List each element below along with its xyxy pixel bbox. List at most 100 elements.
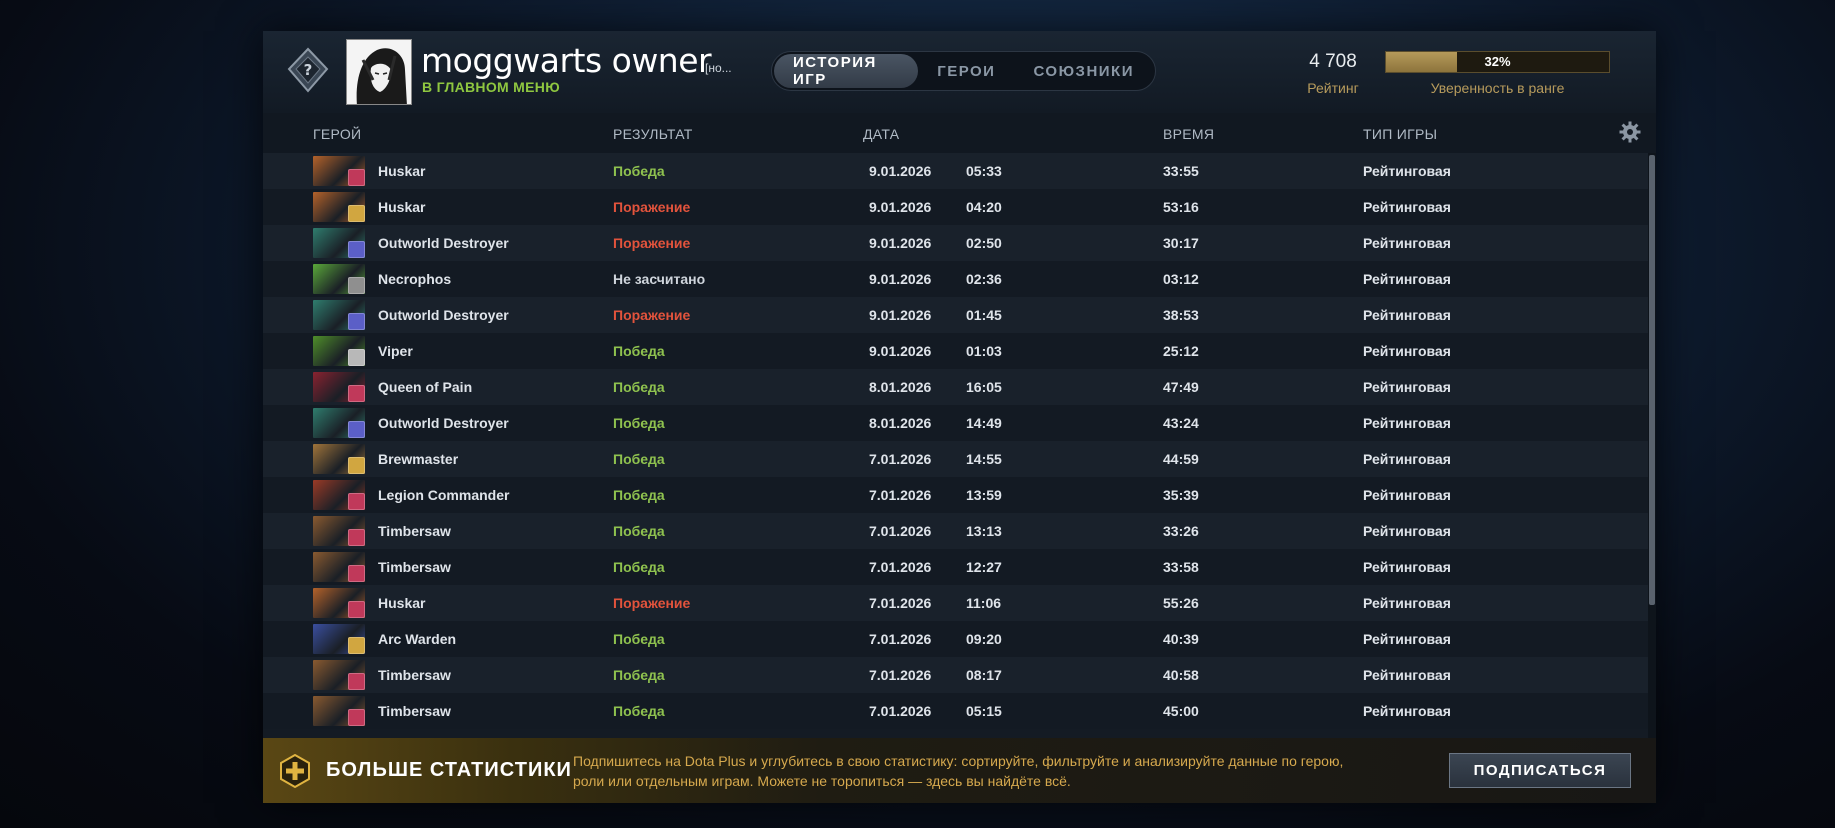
hero-portrait bbox=[313, 696, 365, 726]
match-duration: 35:39 bbox=[1163, 487, 1199, 503]
table-row[interactable]: Timbersaw Победа 7.01.2026 05:15 45:00 Рейтин… bbox=[263, 693, 1648, 729]
game-type: Рейтинговая bbox=[1363, 307, 1451, 323]
tab-match-history[interactable]: ИСТОРИЯ ИГР bbox=[774, 54, 919, 88]
subscribe-button[interactable]: ПОДПИСАТЬСЯ bbox=[1449, 753, 1631, 788]
hero-name: Timbersaw bbox=[378, 523, 451, 539]
game-type: Рейтинговая bbox=[1363, 451, 1451, 467]
gear-icon[interactable] bbox=[1619, 121, 1641, 143]
table-row[interactable]: Viper Победа 9.01.2026 01:03 25:12 Рейтингова… bbox=[263, 333, 1648, 369]
scrollbar-thumb[interactable] bbox=[1649, 155, 1655, 605]
hero-name: Outworld Destroyer bbox=[378, 235, 509, 251]
game-type: Рейтинговая bbox=[1363, 379, 1451, 395]
promo-text: Подпишитесь на Dota Plus и углубитесь в … bbox=[573, 753, 1344, 789]
hero-portrait bbox=[313, 336, 365, 366]
match-start-time: 13:13 bbox=[966, 523, 1002, 539]
tab-heroes[interactable]: ГЕРОИ bbox=[918, 54, 1014, 88]
table-row[interactable]: Huskar Поражение 9.01.2026 04:20 53:16 Рейтин… bbox=[263, 189, 1648, 225]
match-start-time: 08:17 bbox=[966, 667, 1002, 683]
view-tabs: ИСТОРИЯ ИГР ГЕРОИ СОЮЗНИКИ bbox=[771, 51, 1156, 91]
match-start-time: 14:49 bbox=[966, 415, 1002, 431]
game-type: Рейтинговая bbox=[1363, 703, 1451, 719]
hero-portrait bbox=[313, 516, 365, 546]
match-date: 9.01.2026 bbox=[869, 307, 932, 323]
column-header-game-type[interactable]: ТИП ИГРЫ bbox=[1363, 126, 1437, 142]
table-row[interactable]: Brewmaster Победа 7.01.2026 14:55 44:59 Рейти… bbox=[263, 441, 1648, 477]
table-row[interactable]: Timbersaw Победа 7.01.2026 08:17 40:58 Рейтин… bbox=[263, 657, 1648, 693]
match-date: 7.01.2026 bbox=[869, 631, 932, 647]
role-icon bbox=[348, 457, 365, 474]
rank-confidence-percent: 32% bbox=[1484, 54, 1511, 69]
hero-name: Necrophos bbox=[378, 271, 452, 287]
match-start-time: 05:15 bbox=[966, 703, 1002, 719]
match-date: 9.01.2026 bbox=[869, 199, 932, 215]
table-row[interactable]: Queen of Pain Победа 8.01.2026 16:05 47:49 Ре… bbox=[263, 369, 1648, 405]
match-result: Поражение bbox=[613, 199, 691, 215]
table-row[interactable]: Outworld Destroyer Поражение 9.01.2026 01:4… bbox=[263, 297, 1648, 333]
table-row[interactable]: Timbersaw Победа 7.01.2026 12:27 33:58 Рейтин… bbox=[263, 549, 1648, 585]
match-start-time: 01:45 bbox=[966, 307, 1002, 323]
game-type: Рейтинговая bbox=[1363, 487, 1451, 503]
hero-portrait bbox=[313, 552, 365, 582]
match-result: Победа bbox=[613, 703, 665, 719]
match-duration: 30:17 bbox=[1163, 235, 1199, 251]
rank-confidence-label: Уверенность в ранге bbox=[1430, 80, 1565, 96]
rank-confidence-bar: 32% bbox=[1385, 51, 1610, 73]
role-icon bbox=[348, 169, 365, 186]
role-icon bbox=[348, 601, 365, 618]
match-result: Победа bbox=[613, 523, 665, 539]
table-row[interactable]: Necrophos Не засчитано 9.01.2026 02:36 03:12… bbox=[263, 261, 1648, 297]
svg-text:?: ? bbox=[304, 61, 313, 79]
table-row[interactable]: Legion Commander Победа 7.01.2026 13:59 35:3… bbox=[263, 477, 1648, 513]
match-result: Победа bbox=[613, 631, 665, 647]
hero-portrait bbox=[313, 408, 365, 438]
match-start-time: 02:50 bbox=[966, 235, 1002, 251]
match-duration: 47:49 bbox=[1163, 379, 1199, 395]
table-row[interactable]: Outworld Destroyer Поражение 9.01.2026 02:5… bbox=[263, 225, 1648, 261]
match-date: 9.01.2026 bbox=[869, 271, 932, 287]
match-start-time: 11:06 bbox=[966, 595, 1002, 611]
match-date: 7.01.2026 bbox=[869, 523, 932, 539]
scrollbar[interactable] bbox=[1648, 153, 1656, 763]
column-header-hero[interactable]: ГЕРОЙ bbox=[313, 126, 361, 142]
column-header-date[interactable]: ДАТА bbox=[863, 126, 899, 142]
match-start-time: 16:05 bbox=[966, 379, 1002, 395]
match-date: 7.01.2026 bbox=[869, 667, 932, 683]
table-row[interactable]: Timbersaw Победа 7.01.2026 13:13 33:26 Рейтин… bbox=[263, 513, 1648, 549]
match-duration: 38:53 bbox=[1163, 307, 1199, 323]
column-header-result[interactable]: РЕЗУЛЬТАТ bbox=[613, 126, 693, 142]
dota-plus-icon bbox=[279, 753, 311, 789]
role-icon bbox=[348, 205, 365, 222]
match-duration: 55:26 bbox=[1163, 595, 1199, 611]
match-date: 9.01.2026 bbox=[869, 163, 932, 179]
table-row[interactable]: Huskar Поражение 7.01.2026 11:06 55:26 Рейтин… bbox=[263, 585, 1648, 621]
hero-name: Viper bbox=[378, 343, 413, 359]
hero-name: Timbersaw bbox=[378, 667, 451, 683]
match-start-time: 04:20 bbox=[966, 199, 1002, 215]
game-type: Рейтинговая bbox=[1363, 235, 1451, 251]
match-date: 7.01.2026 bbox=[869, 487, 932, 503]
hero-name: Outworld Destroyer bbox=[378, 415, 509, 431]
role-icon bbox=[348, 529, 365, 546]
table-row[interactable]: Arc Warden Победа 7.01.2026 09:20 40:39 Рейти… bbox=[263, 621, 1648, 657]
profile-header: ? moggwarts owner [но... В ГЛАВНОМ МЕНЮ … bbox=[263, 31, 1656, 113]
rank-badge-icon[interactable]: ? bbox=[283, 45, 333, 97]
table-row[interactable]: Huskar Победа 9.01.2026 05:33 33:55 Рейтингов… bbox=[263, 153, 1648, 189]
role-icon bbox=[348, 385, 365, 402]
match-start-time: 01:03 bbox=[966, 343, 1002, 359]
match-duration: 33:55 bbox=[1163, 163, 1199, 179]
table-row[interactable]: Outworld Destroyer Победа 8.01.2026 14:49 43… bbox=[263, 405, 1648, 441]
match-duration: 25:12 bbox=[1163, 343, 1199, 359]
hero-name: Arc Warden bbox=[378, 631, 457, 647]
avatar[interactable] bbox=[346, 39, 412, 105]
role-icon bbox=[348, 709, 365, 726]
column-header-duration[interactable]: ВРЕМЯ bbox=[1163, 126, 1214, 142]
match-date: 7.01.2026 bbox=[869, 703, 932, 719]
match-result: Победа bbox=[613, 487, 665, 503]
match-duration: 45:00 bbox=[1163, 703, 1199, 719]
hero-name: Legion Commander bbox=[378, 487, 510, 503]
role-icon bbox=[348, 349, 365, 366]
tab-allies[interactable]: СОЮЗНИКИ bbox=[1014, 54, 1153, 88]
game-type: Рейтинговая bbox=[1363, 559, 1451, 575]
match-result: Победа bbox=[613, 451, 665, 467]
hero-name: Timbersaw bbox=[378, 559, 451, 575]
